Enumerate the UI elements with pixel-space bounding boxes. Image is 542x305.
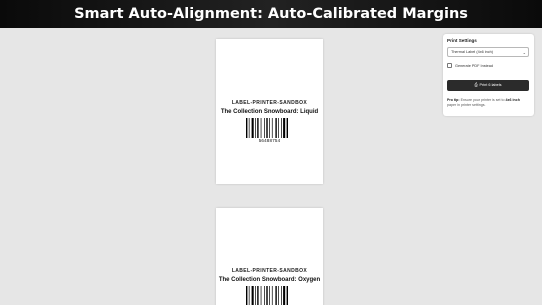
label-type-value: Thermal Label (4x6 inch) [451, 50, 493, 54]
label-preview-card: LABEL-PRINTER-SANDBOX The Collection Sno… [216, 208, 323, 305]
product-title: The Collection Snowboard: Oxygen [218, 277, 321, 283]
page-banner: Smart Auto-Alignment: Auto-Calibrated Ma… [0, 0, 542, 28]
product-title: The Collection Snowboard: Liquid [220, 109, 319, 115]
label-preview-card: LABEL-PRINTER-SANDBOX The Collection Sno… [216, 39, 323, 184]
barcode-graphic [245, 286, 288, 305]
print-button-label: Print 6 labels [479, 83, 502, 87]
pdf-option[interactable]: Generate PDF Instead [447, 63, 493, 68]
tip-strong-2: 4x6 inch [505, 98, 520, 102]
pdf-checkbox[interactable] [447, 63, 452, 68]
label-type-select[interactable]: Thermal Label (4x6 inch) ⌄ [447, 47, 529, 57]
barcode-graphic [245, 118, 288, 138]
store-name: LABEL-PRINTER-SANDBOX [231, 100, 308, 106]
pro-tip: Pro tip: Ensure your printer is set to 4… [447, 98, 529, 107]
printer-icon: ⎙ [474, 83, 478, 87]
print-labels-button[interactable]: ⎙ Print 6 labels [447, 80, 529, 91]
tip-strong-1: Pro tip: [447, 98, 460, 102]
print-settings-panel: Print Settings Thermal Label (4x6 inch) … [443, 34, 534, 116]
store-name: LABEL-PRINTER-SANDBOX [231, 268, 308, 274]
barcode-number: 56488754 [258, 138, 281, 143]
pdf-checkbox-label: Generate PDF Instead [455, 63, 493, 68]
tip-text-2: paper in printer settings. [447, 102, 486, 107]
chevron-down-icon: ⌄ [522, 50, 526, 55]
tip-text-1: Ensure your printer is set to [459, 98, 506, 102]
panel-title: Print Settings [447, 38, 477, 43]
banner-title: Smart Auto-Alignment: Auto-Calibrated Ma… [74, 6, 468, 22]
